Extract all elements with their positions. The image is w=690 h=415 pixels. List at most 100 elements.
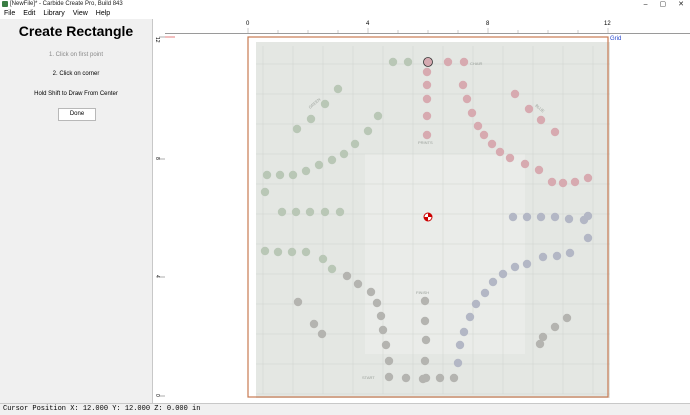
- peg-hole: [471, 299, 481, 309]
- grid-label: Grid: [610, 36, 621, 42]
- peg-hole: [583, 233, 593, 243]
- done-button[interactable]: Done: [58, 108, 96, 121]
- peg-hole: [335, 207, 345, 217]
- peg-hole: [327, 264, 337, 274]
- peg-hole: [301, 166, 311, 176]
- peg-hole: [301, 247, 311, 257]
- status-bar: Cursor Position X: 12.000 Y: 12.000 Z: 0…: [0, 403, 690, 415]
- peg-hole: [487, 139, 497, 149]
- peg-hole: [353, 279, 363, 289]
- peg-hole: [317, 329, 327, 339]
- peg-hole: [292, 124, 302, 134]
- menu-view[interactable]: View: [69, 9, 92, 19]
- label-prints: PRINTS: [418, 140, 433, 145]
- peg-hole: [418, 374, 428, 384]
- peg-hole: [583, 211, 593, 221]
- peg-hole: [550, 212, 560, 222]
- peg-hole: [467, 108, 477, 118]
- tool-panel: Create Rectangle 1. Click on first point…: [0, 19, 153, 403]
- peg-hole: [508, 212, 518, 222]
- peg-hole: [550, 127, 560, 137]
- close-button[interactable]: ✕: [678, 0, 684, 9]
- peg-hole: [421, 335, 431, 345]
- peg-hole: [260, 246, 270, 256]
- minimize-button[interactable]: –: [644, 0, 648, 9]
- selected-hole[interactable]: [423, 57, 433, 67]
- peg-hole: [363, 126, 373, 136]
- peg-hole: [288, 170, 298, 180]
- peg-hole: [552, 251, 562, 261]
- title-bar: [NewFile]* - Carbide Create Pro, Build 8…: [0, 0, 690, 9]
- menu-help[interactable]: Help: [92, 9, 114, 19]
- peg-hole: [536, 212, 546, 222]
- peg-hole: [510, 89, 520, 99]
- peg-hole: [403, 57, 413, 67]
- peg-hole: [333, 84, 343, 94]
- label-finish: FINISH: [416, 290, 429, 295]
- design-canvas[interactable]: CHAIR PRINTS BLUE GREEN FINISH START Gri…: [155, 34, 690, 403]
- peg-hole: [378, 325, 388, 335]
- x-tick-0: 0: [246, 21, 250, 27]
- x-tick-12: 12: [604, 21, 611, 27]
- peg-hole: [422, 111, 432, 121]
- label-chair: CHAIR: [470, 61, 483, 66]
- maximize-button[interactable]: ▢: [660, 0, 667, 9]
- peg-hole: [422, 130, 432, 140]
- peg-hole: [320, 207, 330, 217]
- peg-hole: [388, 57, 398, 67]
- peg-hole: [522, 259, 532, 269]
- cursor-position: Cursor Position X: 12.000 Y: 12.000 Z: 0…: [3, 405, 201, 413]
- menu-edit[interactable]: Edit: [19, 9, 39, 19]
- peg-hole: [558, 178, 568, 188]
- peg-hole: [314, 160, 324, 170]
- peg-hole: [305, 207, 315, 217]
- peg-hole: [306, 114, 316, 124]
- y-tick-4: 4: [154, 275, 160, 278]
- peg-hole: [420, 316, 430, 326]
- horizontal-ruler: 0 4 8 12: [165, 19, 690, 34]
- peg-hole: [422, 80, 432, 90]
- peg-hole: [422, 94, 432, 104]
- peg-hole: [327, 155, 337, 165]
- peg-hole: [459, 57, 469, 67]
- peg-hole: [287, 247, 297, 257]
- peg-hole: [488, 277, 498, 287]
- origin-marker: [423, 212, 433, 222]
- peg-hole: [459, 327, 469, 337]
- peg-hole: [535, 339, 545, 349]
- menu-bar: File Edit Library View Help: [0, 9, 690, 19]
- shift-hint: Hold Shift to Draw From Center: [34, 91, 118, 97]
- peg-hole: [465, 312, 475, 322]
- peg-hole: [384, 372, 394, 382]
- peg-hole: [342, 271, 352, 281]
- menu-library[interactable]: Library: [39, 9, 68, 19]
- peg-hole: [376, 311, 386, 321]
- peg-hole: [443, 57, 453, 67]
- peg-hole: [277, 207, 287, 217]
- peg-hole: [562, 313, 572, 323]
- peg-hole: [320, 99, 330, 109]
- peg-hole: [401, 373, 411, 383]
- peg-hole: [455, 340, 465, 350]
- peg-hole: [479, 130, 489, 140]
- menu-file[interactable]: File: [0, 9, 19, 19]
- peg-hole: [435, 373, 445, 383]
- peg-hole: [538, 252, 548, 262]
- peg-hole: [384, 356, 394, 366]
- peg-hole: [510, 262, 520, 272]
- peg-hole: [473, 121, 483, 131]
- x-tick-8: 8: [486, 21, 490, 27]
- peg-hole: [309, 319, 319, 329]
- window-title: [NewFile]* - Carbide Create Pro, Build 8…: [10, 1, 123, 7]
- x-tick-4: 4: [366, 21, 370, 27]
- peg-hole: [462, 94, 472, 104]
- step-first-point: 1. Click on first point: [48, 52, 104, 58]
- peg-hole: [565, 248, 575, 258]
- peg-hole: [550, 322, 560, 332]
- peg-hole: [547, 177, 557, 187]
- peg-hole: [520, 159, 530, 169]
- peg-hole: [291, 207, 301, 217]
- peg-hole: [583, 173, 593, 183]
- peg-hole: [505, 153, 515, 163]
- peg-hole: [522, 212, 532, 222]
